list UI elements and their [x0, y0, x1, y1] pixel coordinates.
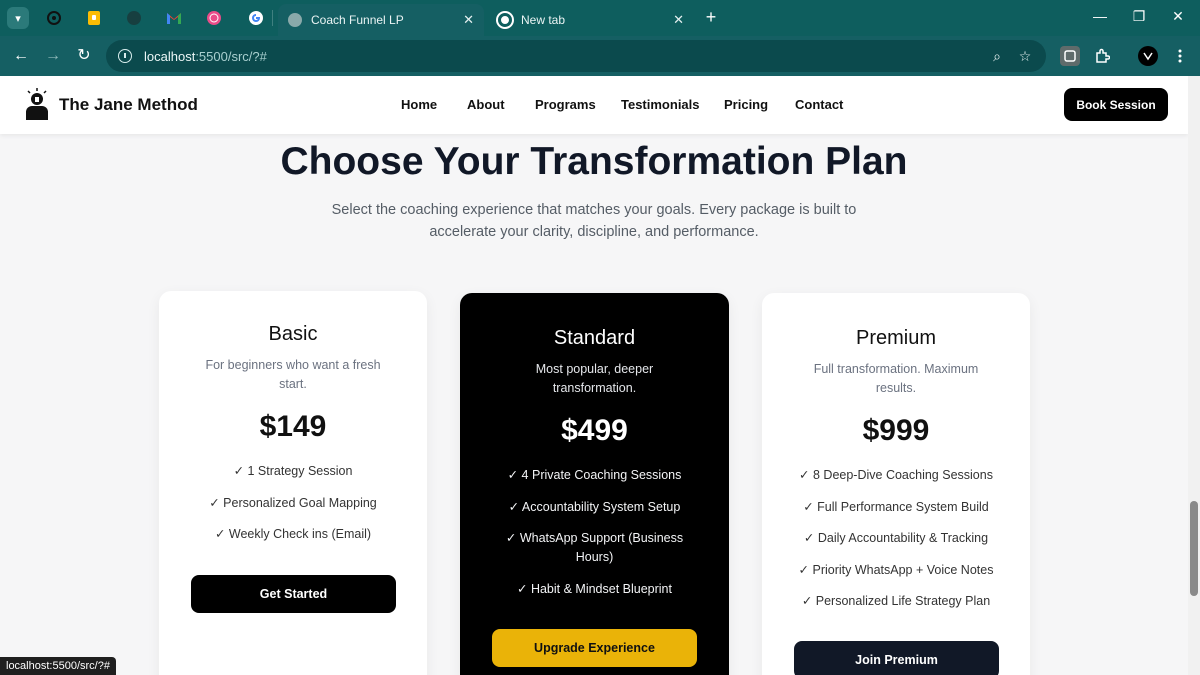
tab-coach-funnel[interactable]: Coach Funnel LP ✕ — [278, 4, 484, 36]
plan-price: $149 — [259, 410, 327, 443]
plan-price: $499 — [561, 414, 628, 447]
nav-pricing[interactable]: Pricing — [724, 97, 768, 112]
nav-testimonials[interactable]: Testimonials — [621, 97, 700, 112]
book-session-button[interactable]: Book Session — [1064, 88, 1168, 121]
gmail-pinned-tab-icon[interactable] — [164, 8, 184, 28]
feature-list: ✓ 4 Private Coaching Sessions ✓ Accounta… — [460, 466, 729, 599]
pricing-title: Choose Your Transformation Plan — [280, 140, 908, 183]
nav-contact[interactable]: Contact — [795, 97, 843, 112]
extensions-icon[interactable] — [1092, 46, 1112, 66]
feature-item: ✓ Personalized Goal Mapping — [209, 495, 377, 510]
restore-icon[interactable]: ❐ — [1127, 8, 1151, 25]
minimize-icon[interactable]: — — [1088, 8, 1112, 24]
chrome-icon — [498, 13, 512, 27]
close-icon[interactable]: ✕ — [463, 12, 474, 28]
site-navbar: The Jane Method Home About Programs Test… — [0, 76, 1188, 134]
feature-item: ✓ Priority WhatsApp + Voice Notes — [798, 562, 994, 577]
feature-item: ✓ WhatsApp Support (Business Hours) — [505, 531, 684, 565]
scrollbar-thumb[interactable] — [1190, 501, 1198, 596]
feature-item: ✓ 4 Private Coaching Sessions — [507, 468, 682, 482]
more-menu-icon[interactable] — [1170, 46, 1190, 66]
close-icon[interactable]: ✕ — [673, 12, 684, 28]
get-started-button[interactable]: Get Started — [191, 575, 396, 613]
plan-card-standard: Standard Most popular, deeper transforma… — [460, 293, 729, 675]
address-url: localhost:5500/src/?# — [144, 48, 267, 64]
plan-name: Premium — [855, 327, 936, 349]
feature-item: ✓ Weekly Check ins (Email) — [214, 527, 372, 542]
nav-about[interactable]: About — [467, 97, 505, 112]
upgrade-experience-button[interactable]: Upgrade Experience — [492, 629, 697, 667]
profile-avatar-icon[interactable] — [1138, 46, 1158, 66]
feature-item: ✓ Daily Accountability & Tracking — [803, 531, 989, 546]
tab-label: Coach Funnel LP — [311, 13, 404, 27]
tab-search-icon[interactable]: ▾ — [7, 7, 29, 29]
back-icon[interactable]: ← — [10, 45, 32, 67]
plan-description: Full transformation. Maximum results. — [813, 362, 979, 395]
tab-divider — [272, 10, 273, 26]
feature-item: ✓ Habit & Mindset Blueprint — [517, 581, 672, 596]
plan-description: Most popular, deeper transformation. — [535, 362, 654, 395]
plan-name: Standard — [553, 327, 636, 349]
plan-card-basic: Basic For beginners who want a fresh sta… — [159, 291, 427, 675]
pricing-subtitle: Select the coaching experience that matc… — [331, 202, 857, 240]
browser-toolbar: ← → ↻ localhost:5500/src/?# ⌕ ☆ — [0, 36, 1200, 76]
feature-item: ✓ Personalized Life Strategy Plan — [801, 594, 991, 609]
google-pinned-tab-icon[interactable] — [246, 8, 266, 28]
plan-name: Basic — [268, 323, 318, 345]
new-tab-button[interactable]: + — [700, 6, 722, 28]
extension-puzzle-icon-1[interactable] — [1060, 46, 1080, 66]
site-info-icon[interactable] — [118, 49, 132, 63]
nav-home[interactable]: Home — [401, 97, 437, 112]
tab-label: New tab — [521, 13, 566, 27]
address-bar[interactable]: localhost:5500/src/?# ⌕ ☆ — [106, 40, 1046, 72]
dribbble-pinned-tab-icon[interactable] — [204, 8, 224, 28]
reload-icon[interactable]: ↻ — [73, 45, 95, 67]
feature-item: ✓ Accountability System Setup — [508, 499, 681, 514]
web-page: The Jane Method Home About Programs Test… — [0, 76, 1188, 675]
github-pinned-tab-icon[interactable] — [124, 8, 144, 28]
status-bar-url: localhost:5500/src/?# — [0, 657, 116, 675]
feature-item: ✓ 8 Deep-Dive Coaching Sessions — [799, 468, 993, 482]
chatgpt-pinned-tab-icon[interactable] — [44, 8, 64, 28]
plan-price: $999 — [862, 414, 930, 447]
globe-icon — [288, 13, 302, 27]
feature-list: ✓ 8 Deep-Dive Coaching Sessions ✓ Full P… — [762, 466, 1030, 611]
keep-pinned-tab-icon[interactable] — [84, 8, 104, 28]
close-window-icon[interactable]: ✕ — [1166, 8, 1190, 25]
browser-tab-strip: ▾ Coach Funnel LP ✕ New tab ✕ + — ❐ ✕ — [0, 0, 1200, 36]
zoom-icon[interactable]: ⌕ — [988, 47, 1006, 65]
join-premium-button[interactable]: Join Premium — [794, 641, 999, 675]
feature-item: ✓ 1 Strategy Session — [233, 464, 353, 478]
feature-item: ✓ Full Performance System Build — [803, 499, 989, 514]
nav-programs[interactable]: Programs — [535, 97, 596, 112]
bookmark-star-icon[interactable]: ☆ — [1016, 47, 1034, 65]
feature-list: ✓ 1 Strategy Session ✓ Personalized Goal… — [159, 462, 427, 544]
forward-icon[interactable]: → — [42, 45, 64, 67]
tab-new-tab[interactable]: New tab ✕ — [488, 4, 694, 36]
plan-card-premium: Premium Full transformation. Maximum res… — [762, 293, 1030, 675]
brand-name[interactable]: The Jane Method — [59, 95, 198, 115]
page-scrollbar[interactable] — [1188, 76, 1200, 675]
logo-idea-person-icon — [26, 88, 48, 120]
plan-description: For beginners who want a fresh start. — [205, 358, 381, 391]
